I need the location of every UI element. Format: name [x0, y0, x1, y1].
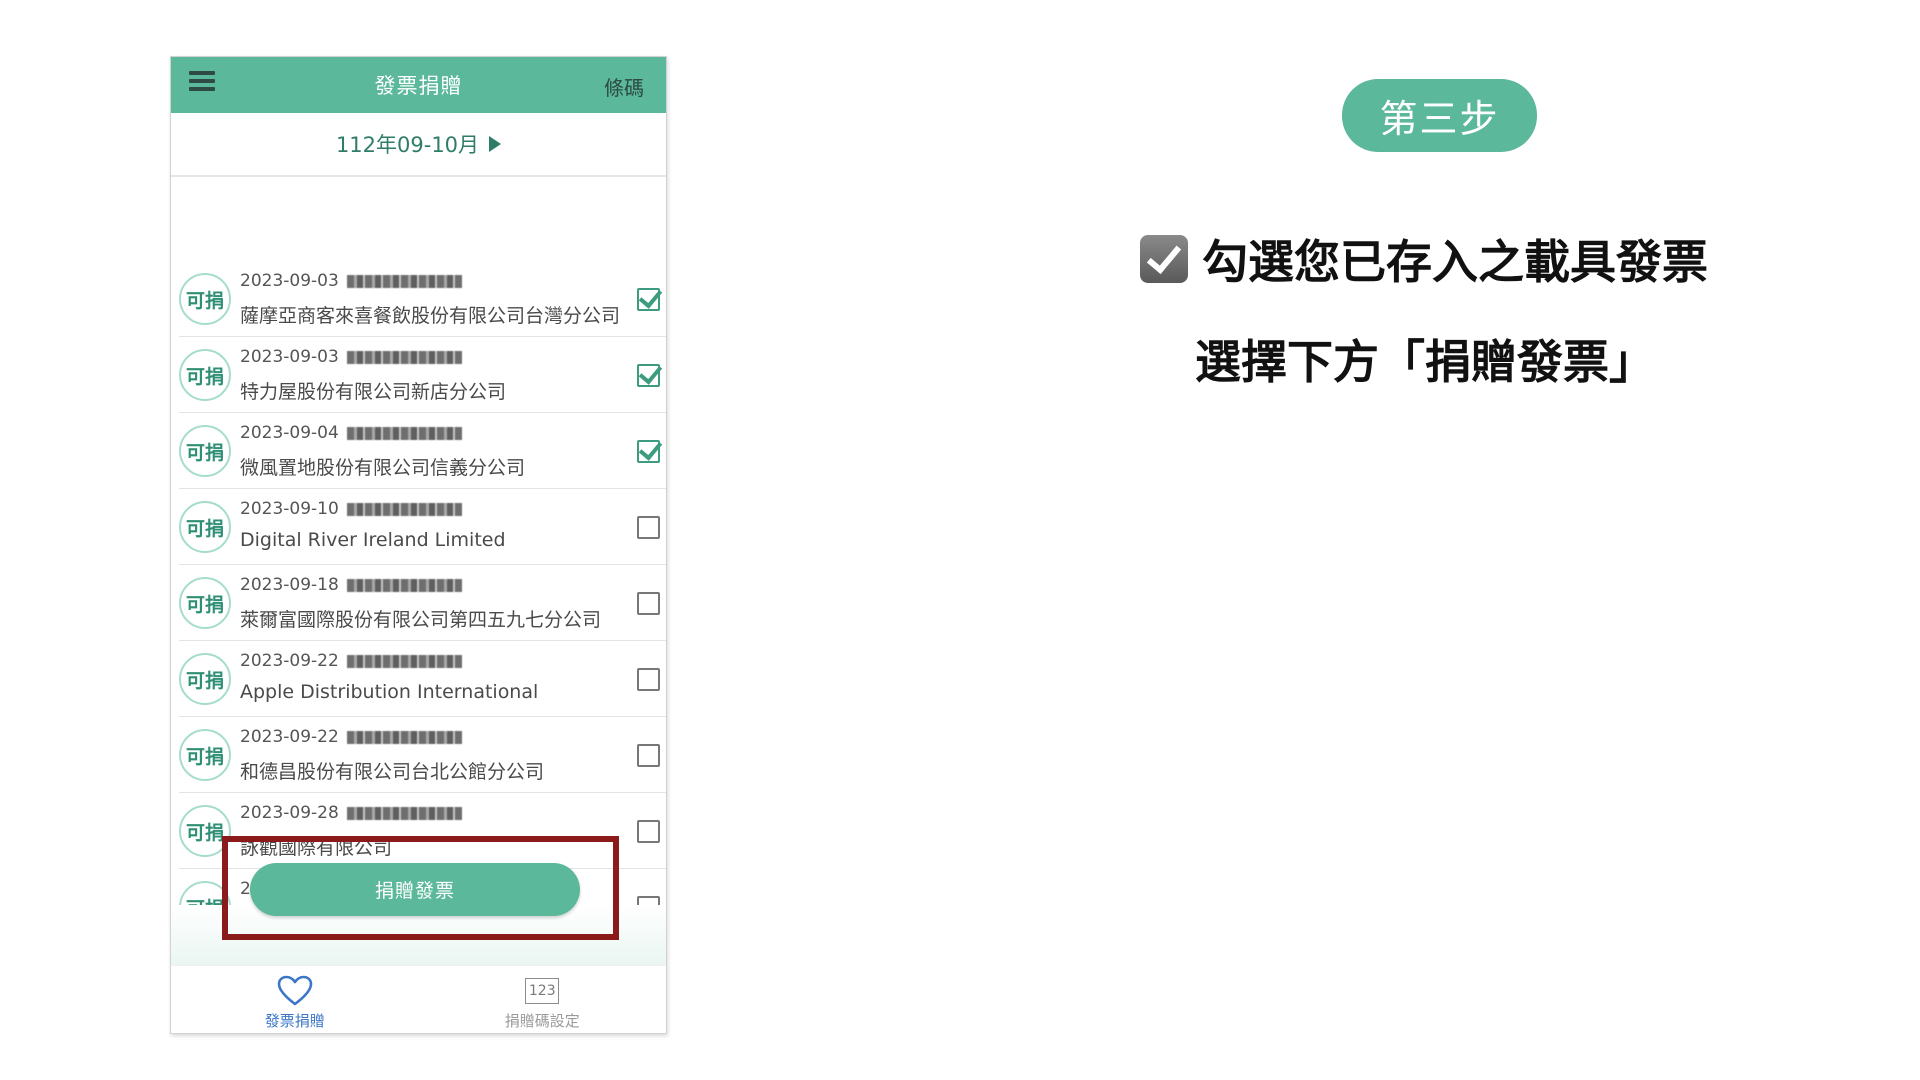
redacted-invoice-number	[346, 578, 462, 592]
invoice-checkbox[interactable]	[637, 820, 660, 843]
redacted-invoice-number	[346, 806, 462, 820]
merchant-name: 和德昌股份有限公司台北公館分公司	[240, 761, 545, 783]
tab-label: 捐贈碼設定	[504, 1012, 580, 1030]
code-123-icon: 123	[525, 978, 560, 1004]
instruction-line-2: 選擇下方「捐贈發票」	[1195, 335, 1655, 389]
invoice-date: 2023-09-18	[240, 575, 339, 595]
instruction-line-1: 勾選您已存入之載具發票	[1140, 226, 1740, 292]
donate-invoice-button[interactable]: 捐贈發票	[250, 863, 580, 916]
invoice-checkbox[interactable]	[637, 516, 660, 539]
heart-icon	[277, 974, 313, 1008]
invoice-date: 2023-09-28	[240, 803, 339, 823]
tab-bar: 發票捐贈 123 捐贈碼設定	[171, 965, 667, 1033]
donatable-badge: 可捐	[179, 577, 231, 629]
invoice-date: 2023-09-04	[240, 423, 339, 443]
top-bar: 發票捐贈 條碼	[171, 57, 666, 113]
merchant-name: 微風置地股份有限公司信義分公司	[240, 457, 526, 479]
invoice-checkbox[interactable]	[637, 744, 660, 767]
merchant-name: 特力屋股份有限公司新店分公司	[240, 381, 507, 403]
invoice-checkbox[interactable]	[637, 364, 660, 387]
period-selector[interactable]: 112年09-10月	[171, 113, 666, 177]
tab-donation-code-settings[interactable]: 123 捐贈碼設定	[419, 966, 667, 1033]
instruction-text: 勾選您已存入之載具發票	[1202, 235, 1708, 289]
redacted-invoice-number	[346, 350, 462, 364]
page-title: 發票捐贈	[374, 74, 463, 98]
invoice-row[interactable]: 可捐 2023-09-18 萊爾富國際股份有限公司第四五九七分公司	[179, 565, 666, 641]
play-arrow-icon	[489, 136, 502, 152]
hamburger-menu-icon[interactable]	[189, 71, 215, 93]
donatable-badge: 可捐	[179, 729, 231, 781]
invoice-row[interactable]: 可捐 2023-09-22 Apple Distribution Interna…	[179, 641, 666, 717]
period-label: 112年09-10月	[335, 133, 480, 157]
invoice-date: 2023-09-03	[240, 347, 339, 367]
invoice-row[interactable]: 可捐 2023-09-03 薩摩亞商客來喜餐飲股份有限公司台灣分公司	[179, 261, 666, 337]
merchant-name: 薩摩亞商客來喜餐飲股份有限公司台灣分公司	[240, 305, 621, 327]
donatable-badge: 可捐	[179, 273, 231, 325]
merchant-name: Digital River Ireland Limited	[240, 529, 506, 551]
donatable-badge: 可捐	[179, 805, 231, 857]
invoice-row[interactable]: 可捐 2023-09-03 特力屋股份有限公司新店分公司	[179, 337, 666, 413]
invoice-checkbox[interactable]	[637, 896, 660, 905]
invoice-checkbox[interactable]	[637, 440, 660, 463]
invoice-date: 2023-09-10	[240, 499, 339, 519]
invoice-row[interactable]: 可捐 2023-09-28 詠觀國際有限公司	[179, 793, 666, 869]
tab-invoice-donation[interactable]: 發票捐贈	[171, 966, 419, 1033]
invoice-row[interactable]: 可捐 2023-09-10 Digital River Ireland Limi…	[179, 489, 666, 565]
redacted-invoice-number	[346, 730, 462, 744]
invoice-row[interactable]: 可捐 2023-09-22 和德昌股份有限公司台北公館分公司	[179, 717, 666, 793]
invoice-checkbox[interactable]	[637, 592, 660, 615]
donatable-badge: 可捐	[179, 653, 231, 705]
redacted-invoice-number	[346, 274, 462, 288]
invoice-row[interactable]: 可捐 2023-09-04 微風置地股份有限公司信義分公司	[179, 413, 666, 489]
merchant-name: 詠觀國際有限公司	[240, 837, 393, 859]
invoice-checkbox[interactable]	[637, 668, 660, 691]
redacted-invoice-number	[346, 502, 462, 516]
donatable-badge: 可捐	[179, 501, 231, 553]
invoice-date: 2023-09-03	[240, 271, 339, 291]
merchant-name: Apple Distribution International	[240, 681, 539, 703]
donatable-badge: 可捐	[179, 349, 231, 401]
invoice-date: 2023-09-22	[240, 727, 339, 747]
invoice-date: 2023-09-22	[240, 651, 339, 671]
barcode-button[interactable]: 條碼	[604, 72, 644, 101]
donatable-badge: 可捐	[179, 425, 231, 477]
phone-screen: 發票捐贈 條碼 112年09-10月 可捐 2023-09-03 薩摩亞商客來喜…	[170, 56, 667, 1034]
donatable-badge: 可捐	[179, 881, 231, 905]
invoice-list[interactable]: 可捐 2023-09-03 薩摩亞商客來喜餐飲股份有限公司台灣分公司 可捐 20…	[171, 181, 666, 905]
redacted-invoice-number	[346, 426, 462, 440]
invoice-checkbox[interactable]	[637, 288, 660, 311]
merchant-name: 萊爾富國際股份有限公司第四五九七分公司	[240, 609, 602, 631]
redacted-invoice-number	[346, 654, 462, 668]
checkbox-icon	[1140, 235, 1188, 283]
tab-label: 發票捐贈	[264, 1012, 325, 1030]
step-badge: 第三步	[1342, 79, 1537, 152]
